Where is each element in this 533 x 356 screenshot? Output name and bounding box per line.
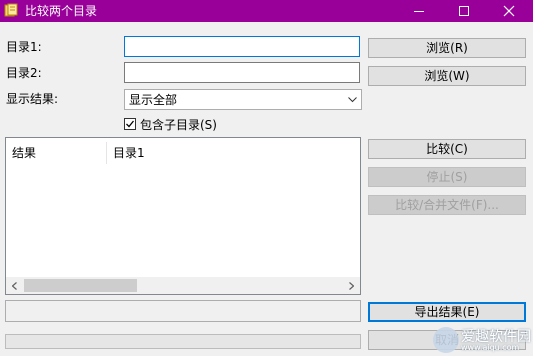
watermark-url: www.aiqu.com	[461, 343, 520, 352]
close-icon	[503, 5, 515, 17]
results-list[interactable]: 结果 目录1	[5, 137, 361, 295]
checkbox-box[interactable]	[124, 118, 136, 130]
browse1-button[interactable]: 浏览(R)	[368, 38, 526, 58]
window-title: 比较两个目录	[25, 4, 98, 18]
include-subdirs-label: 包含子目录(S)	[140, 118, 217, 132]
app-icon	[4, 3, 18, 17]
column-header-result[interactable]: 结果	[6, 142, 107, 164]
maximize-icon	[459, 6, 469, 16]
compare-button[interactable]: 比较(C)	[368, 139, 526, 159]
dir1-input[interactable]	[124, 36, 360, 57]
scroll-left-button[interactable]	[6, 277, 23, 294]
minimize-icon	[414, 11, 424, 12]
column-header-dir1[interactable]: 目录1	[107, 142, 360, 164]
horizontal-scrollbar[interactable]	[6, 277, 360, 294]
maximize-button[interactable]	[442, 0, 486, 22]
dir2-input[interactable]	[124, 62, 360, 83]
checkmark-icon	[126, 120, 135, 128]
compare-merge-button[interactable]: 比较/合并文件(F)...	[368, 195, 526, 215]
dir1-label: 目录1:	[6, 40, 42, 54]
display-select[interactable]: 显示全部	[124, 89, 362, 110]
chevron-down-icon	[348, 97, 357, 103]
watermark: 爱趣软件园 www.aiqu.com	[433, 323, 533, 356]
chevron-right-icon	[349, 282, 354, 290]
display-label: 显示结果:	[6, 92, 59, 106]
progress-bar	[5, 334, 361, 349]
watermark-logo-icon	[433, 327, 459, 353]
close-button[interactable]	[487, 0, 531, 22]
export-button[interactable]: 导出结果(E)	[368, 302, 526, 322]
results-list-header: 结果 目录1	[6, 142, 360, 164]
chevron-left-icon	[12, 282, 17, 290]
title-bar: 比较两个目录	[0, 0, 533, 22]
scroll-right-button[interactable]	[343, 277, 360, 294]
dir2-label: 目录2:	[6, 66, 42, 80]
scrollbar-thumb[interactable]	[24, 279, 137, 292]
minimize-button[interactable]	[397, 0, 441, 22]
status-box	[5, 300, 361, 322]
display-select-value: 显示全部	[129, 93, 178, 107]
stop-button[interactable]: 停止(S)	[368, 167, 526, 187]
browse2-button[interactable]: 浏览(W)	[368, 66, 526, 86]
